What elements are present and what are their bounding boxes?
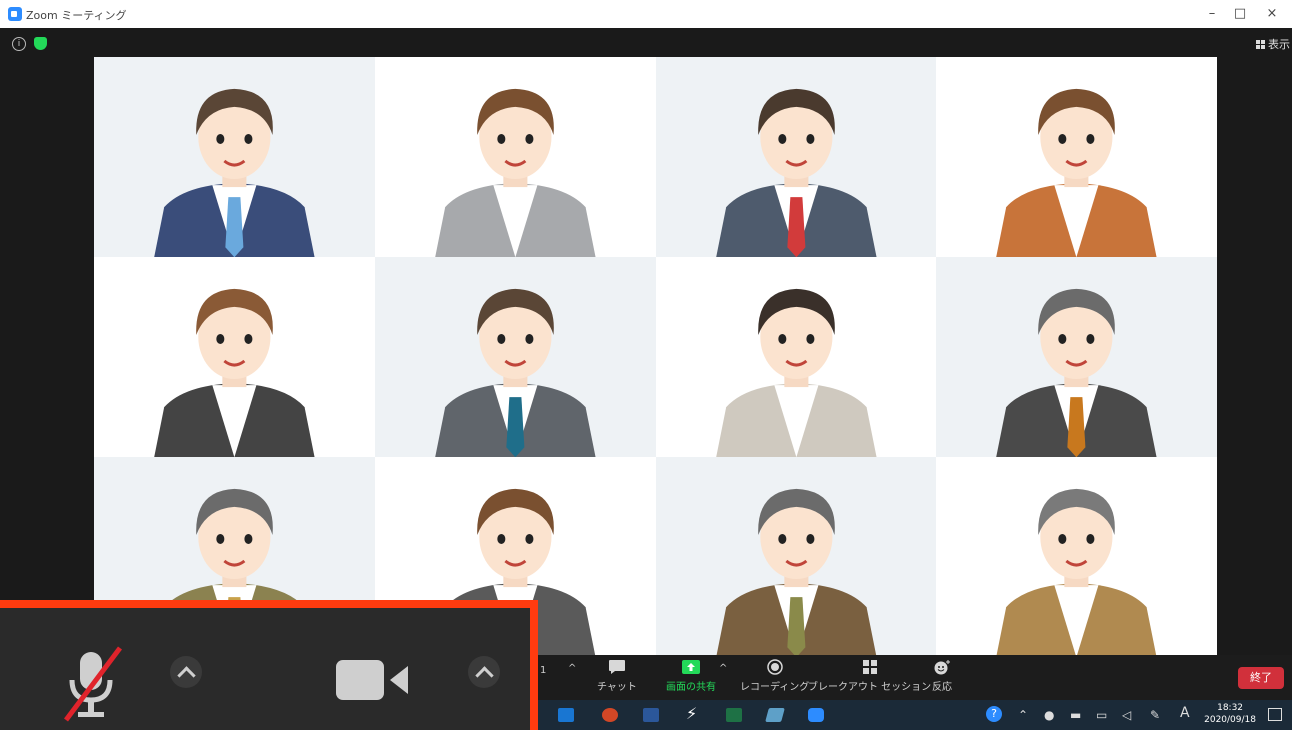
clock-date: 2020/09/18 [1204, 715, 1256, 725]
chat-label: チャット [597, 682, 637, 693]
help-icon[interactable]: ? [986, 706, 1002, 722]
participant-avatar [715, 488, 877, 657]
breakout-button[interactable]: ブレークアウト セッション [808, 659, 931, 693]
grid-view-icon [1256, 40, 1265, 49]
reactions-label: 反応 [932, 682, 952, 693]
tray-expand-icon[interactable]: ⌃ [1018, 708, 1028, 722]
microphone-tray-icon[interactable]: ● [1044, 708, 1054, 722]
record-icon [766, 659, 783, 675]
breakout-icon [862, 660, 877, 674]
participant-avatar [996, 488, 1157, 657]
view-button[interactable]: 表示 [1256, 36, 1290, 52]
record-label: レコーディング [740, 682, 810, 693]
zoom-logo-icon [8, 7, 22, 21]
security-shield-icon[interactable] [34, 37, 47, 50]
gallery-view [94, 57, 1217, 657]
participant-tile[interactable] [374, 57, 656, 257]
notification-icon[interactable] [1268, 708, 1282, 721]
participant-tile[interactable] [655, 57, 937, 257]
lightning-icon[interactable]: ⚡ [686, 704, 697, 723]
clock-time: 18:32 [1217, 703, 1244, 713]
close-button[interactable]: × [1260, 5, 1284, 23]
video-camera-icon[interactable] [336, 658, 410, 702]
participant-tile[interactable] [94, 57, 375, 257]
participant-avatar [996, 88, 1157, 257]
pen-icon[interactable]: ✎ [1150, 708, 1160, 722]
participant-tile[interactable] [936, 457, 1217, 657]
participant-tile[interactable] [94, 257, 375, 457]
participant-tile[interactable] [655, 257, 937, 457]
excel-icon[interactable] [726, 708, 742, 722]
minimize-button[interactable]: – [1200, 5, 1224, 23]
share-label: 画面の共有 [666, 682, 716, 693]
record-button[interactable]: レコーディング [740, 659, 809, 693]
ime-indicator[interactable]: A [1180, 705, 1190, 721]
title-bar: Zoom ミーティング – □ × [0, 0, 1292, 28]
participant-avatar [154, 288, 315, 457]
volume-icon[interactable]: ◁ [1122, 708, 1131, 722]
participant-avatar [996, 288, 1157, 457]
info-icon[interactable]: i [12, 37, 26, 51]
video-options-caret[interactable] [468, 656, 500, 688]
reaction-smiley-icon [934, 660, 950, 675]
participants-count[interactable]: 1 [540, 665, 546, 676]
participant-tile[interactable] [936, 257, 1217, 457]
participant-avatar [715, 88, 877, 257]
network-icon[interactable]: ▭ [1096, 708, 1107, 722]
maximize-button[interactable]: □ [1228, 5, 1252, 23]
window-title: Zoom ミーティング [26, 9, 127, 22]
muted-microphone-icon[interactable] [58, 644, 128, 724]
participants-caret[interactable]: ^ [568, 663, 576, 674]
share-caret[interactable]: ^ [719, 663, 727, 674]
participant-avatar [434, 288, 596, 457]
reactions-button[interactable]: 反応 [932, 659, 952, 693]
share-screen-button[interactable]: 画面の共有 [666, 659, 716, 693]
share-screen-icon [682, 660, 700, 674]
chat-icon [608, 660, 625, 674]
outlook-icon[interactable] [558, 708, 574, 722]
participant-avatar [715, 288, 877, 457]
participant-tile[interactable] [655, 457, 937, 657]
participant-tile[interactable] [936, 57, 1217, 257]
battery-icon[interactable]: ▬ [1070, 708, 1081, 722]
view-label: 表示 [1268, 38, 1290, 51]
notes-icon[interactable] [765, 708, 785, 722]
participant-tile[interactable] [374, 257, 656, 457]
participant-avatar [154, 88, 315, 257]
clock[interactable]: 18:32 2020/09/18 [1204, 702, 1256, 726]
participant-avatar [434, 88, 596, 257]
breakout-label: ブレークアウト セッション [808, 682, 932, 693]
powerpoint-icon[interactable] [602, 708, 618, 722]
audio-video-highlight [0, 600, 538, 730]
word-icon[interactable] [643, 708, 659, 722]
chat-button[interactable]: チャット [597, 659, 637, 693]
audio-options-caret[interactable] [170, 656, 202, 688]
end-meeting-button[interactable]: 終了 [1238, 667, 1284, 689]
zoom-app-icon[interactable] [808, 708, 824, 722]
